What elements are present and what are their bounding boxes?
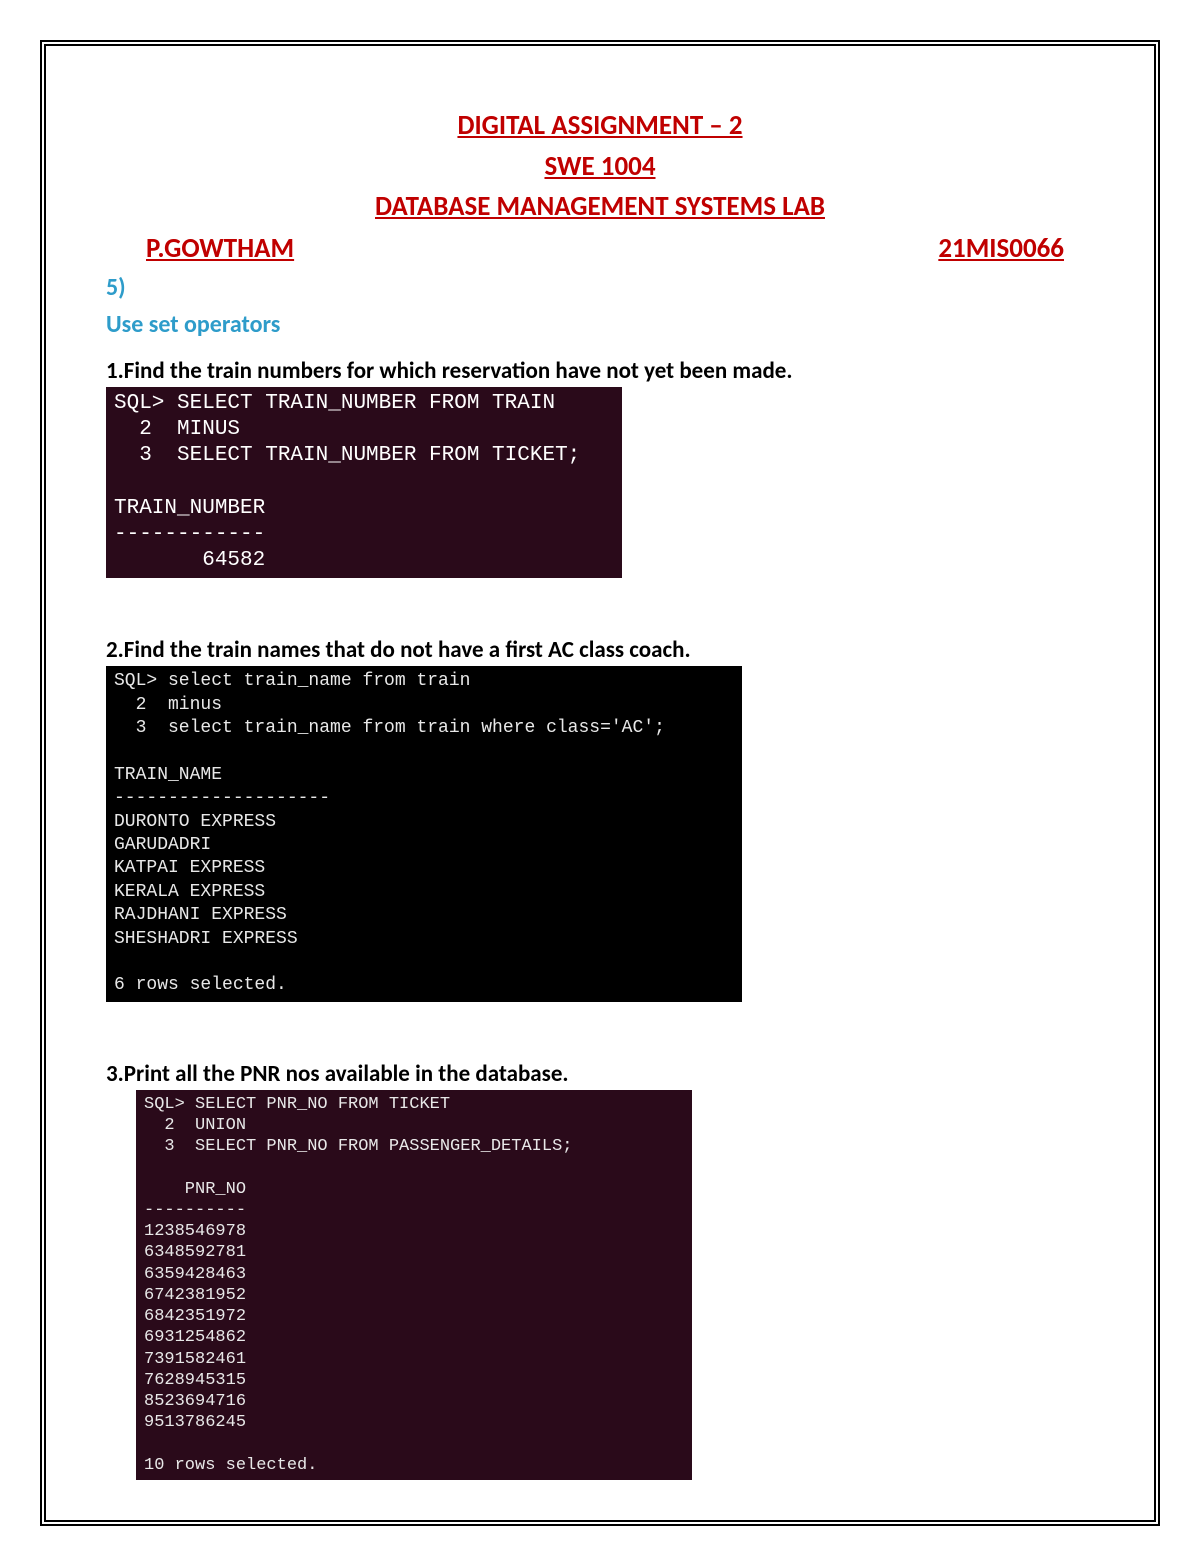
section-number: 5) bbox=[106, 273, 1094, 302]
question-3: 3.Print all the PNR nos available in the… bbox=[106, 1060, 1094, 1088]
name-row: P.GOWTHAM 21MIS0066 bbox=[106, 232, 1094, 265]
title-line-1: DIGITAL ASSIGNMENT – 2 bbox=[106, 106, 1094, 147]
spacer bbox=[106, 578, 1094, 618]
section-title: Use set operators bbox=[106, 310, 1094, 339]
student-name: P.GOWTHAM bbox=[146, 232, 294, 265]
page-container: DIGITAL ASSIGNMENT – 2 SWE 1004 DATABASE… bbox=[0, 0, 1200, 1566]
title-line-2: SWE 1004 bbox=[106, 147, 1094, 188]
page-border: DIGITAL ASSIGNMENT – 2 SWE 1004 DATABASE… bbox=[40, 40, 1160, 1526]
student-regno: 21MIS0066 bbox=[938, 232, 1064, 265]
header-titles: DIGITAL ASSIGNMENT – 2 SWE 1004 DATABASE… bbox=[106, 106, 1094, 228]
question-1: 1.Find the train numbers for which reser… bbox=[106, 357, 1094, 385]
spacer bbox=[106, 1002, 1094, 1042]
terminal-output-1: SQL> SELECT TRAIN_NUMBER FROM TRAIN 2 MI… bbox=[106, 387, 622, 579]
question-2: 2.Find the train names that do not have … bbox=[106, 636, 1094, 664]
terminal-output-2: SQL> select train_name from train 2 minu… bbox=[106, 666, 742, 1001]
title-line-3: DATABASE MANAGEMENT SYSTEMS LAB bbox=[106, 187, 1094, 228]
terminal-output-3: SQL> SELECT PNR_NO FROM TICKET 2 UNION 3… bbox=[136, 1090, 692, 1481]
